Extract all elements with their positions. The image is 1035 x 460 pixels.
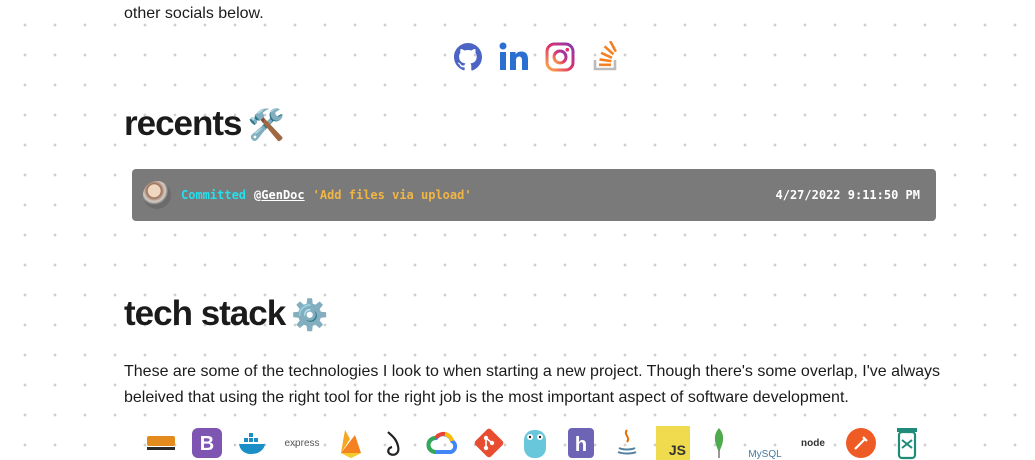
docker-icon [236, 426, 270, 460]
tools-emoji-icon: 🛠️ [247, 108, 285, 142]
commit-user-link[interactable]: GenDoc [261, 188, 304, 202]
commit-message: 'Add files via upload' [312, 188, 472, 202]
java-icon [610, 426, 644, 460]
svg-text:h: h [575, 434, 587, 456]
linkedin-icon[interactable] [498, 40, 530, 74]
commit-at: @ [254, 188, 262, 202]
instagram-icon[interactable] [544, 40, 576, 74]
recents-heading-text: recents [124, 104, 243, 143]
commit-card: Committed @ GenDoc 'Add files via upload'… [132, 169, 936, 221]
social-links [452, 40, 622, 74]
amazon-web-services-icon [144, 426, 178, 460]
javascript-icon: JS [656, 426, 690, 460]
commit-date: 4/27/2022 9:11:50 PM [775, 188, 921, 202]
nodejs-icon: node [801, 437, 825, 449]
tech-stack-heading-text: tech stack [124, 294, 286, 333]
go-icon [518, 426, 552, 460]
postman-icon [844, 426, 878, 460]
svg-text:B: B [200, 433, 214, 455]
pytest-icon [890, 426, 924, 460]
avatar[interactable] [143, 181, 171, 209]
gear-emoji-icon: ⚙️ [291, 298, 328, 332]
google-cloud-icon [426, 426, 460, 460]
recents-heading: recents 🛠️ [124, 104, 285, 146]
firebase-icon [334, 426, 368, 460]
mongodb-icon [702, 426, 736, 460]
tech-stack-heading: tech stack ⚙️ [124, 294, 329, 336]
mysql-icon: MySQL [748, 449, 782, 460]
intro-text: other socials below. [124, 5, 264, 22]
tech-stack-description: These are some of the technologies I loo… [124, 363, 941, 406]
git-icon [472, 426, 506, 460]
github-icon[interactable] [452, 40, 484, 74]
flask-icon [380, 426, 414, 460]
bootstrap-icon: B [190, 426, 224, 460]
stackoverflow-icon[interactable] [590, 40, 622, 74]
commit-action: Committed [181, 188, 247, 202]
express-icon: express [284, 437, 320, 449]
tech-icons-row: B express h JS MySQL node [144, 426, 924, 460]
heroku-icon: h [564, 426, 598, 460]
